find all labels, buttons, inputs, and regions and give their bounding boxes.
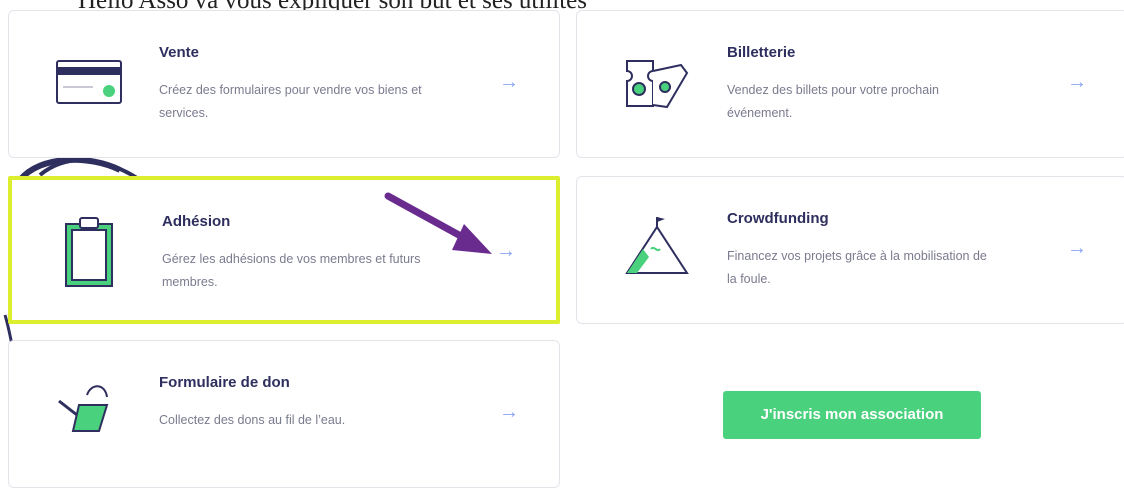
arrow-right-icon[interactable]: → <box>499 401 519 424</box>
clipboard-icon <box>65 217 113 287</box>
card-title: Adhésion <box>162 213 231 230</box>
card-title: Formulaire de don <box>159 374 290 391</box>
card-title: Crowdfunding <box>727 210 829 227</box>
register-association-button[interactable]: J'inscris mon association <box>723 391 981 439</box>
card-description: Collectez des dons au fil de l’eau. <box>159 413 346 427</box>
card-billetterie[interactable]: Billetterie Vendez des billets pour votr… <box>576 10 1124 158</box>
arrow-right-icon[interactable]: → <box>1067 71 1087 94</box>
annotation-arrow-icon <box>384 192 492 254</box>
tickets-icon <box>626 60 689 109</box>
card-formulaire-don[interactable]: Formulaire de don Collectez des dons au … <box>8 340 560 488</box>
card-vente[interactable]: Vente Créez des formulaires pour vendre … <box>8 10 560 158</box>
card-title: Billetterie <box>727 44 796 61</box>
card-crowdfunding[interactable]: Crowdfunding Financez vos projets grâce … <box>576 176 1124 324</box>
arrow-right-icon[interactable]: → <box>499 71 519 94</box>
card-title: Vente <box>159 44 200 61</box>
arrow-right-icon[interactable]: → <box>1067 237 1087 260</box>
card-description: Vendez des billets pour votre prochain é… <box>727 83 939 120</box>
credit-card-icon <box>56 60 122 104</box>
card-description: Financez vos projets grâce à la mobilisa… <box>727 249 987 286</box>
watering-can-icon <box>58 385 109 432</box>
mountain-flag-icon <box>625 217 689 274</box>
card-description: Créez des formulaires pour vendre vos bi… <box>159 83 422 120</box>
